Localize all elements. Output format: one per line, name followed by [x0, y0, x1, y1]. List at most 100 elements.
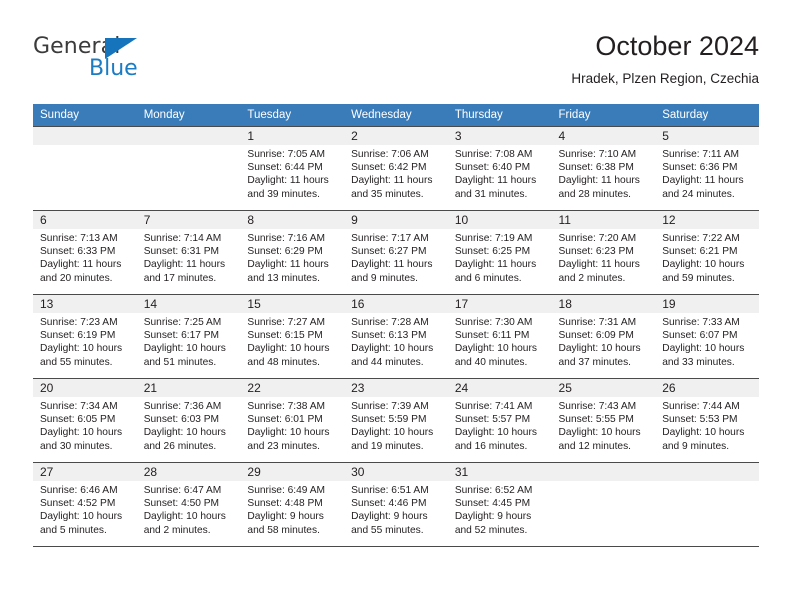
sunset-text: Sunset: 4:52 PM [40, 498, 116, 510]
sunrise-text: Sunrise: 7:22 AM [662, 233, 740, 244]
day-cell-26[interactable]: 26 Sunrise: 7:44 AM Sunset: 5:53 PM Dayligh… [655, 378, 759, 463]
daylight-text-line2: and 13 minutes. [247, 272, 320, 284]
day-cell-27[interactable]: 27 Sunrise: 6:46 AM Sunset: 4:52 PM Dayligh… [33, 462, 137, 547]
daylight-text-line1: Daylight: 11 hours [351, 175, 433, 187]
general-blue-logo[interactable]: General Blue [33, 34, 213, 86]
logo-text-blue: Blue [89, 56, 138, 81]
day-cell-29[interactable]: 29 Sunrise: 6:49 AM Sunset: 4:48 PM Dayligh… [240, 462, 345, 547]
day-cell-empty [33, 126, 137, 211]
sunset-text: Sunset: 6:33 PM [40, 246, 116, 258]
day-number: 30 [344, 463, 448, 481]
daylight-text-line1: Daylight: 10 hours [40, 511, 123, 523]
day-number: 23 [344, 379, 448, 397]
daylight-text-line2: and 58 minutes. [247, 524, 320, 536]
day-cell-empty [551, 462, 656, 547]
day-cell-content: 5 Sunrise: 7:11 AM Sunset: 6:36 PM Daylight… [655, 127, 759, 210]
sunset-text: Sunset: 5:57 PM [454, 414, 531, 426]
daylight-text-line2: and 51 minutes. [143, 356, 217, 368]
day-cell-28[interactable]: 28 Sunrise: 6:47 AM Sunset: 4:50 PM Dayligh… [136, 462, 241, 547]
day-number: 13 [33, 295, 137, 313]
day-number: 8 [240, 211, 345, 229]
day-cell-5[interactable]: 5 Sunrise: 7:11 AM Sunset: 6:36 PM Daylight… [655, 126, 759, 211]
day-detail: Sunrise: 7:27 AM Sunset: 6:15 PM Daylight:… [240, 313, 344, 369]
day-cell-content: 25 Sunrise: 7:43 AM Sunset: 5:55 PM Dayligh… [551, 379, 656, 462]
day-cell-16[interactable]: 16 Sunrise: 7:28 AM Sunset: 6:13 PM Dayligh… [344, 294, 448, 379]
day-cell-7[interactable]: 7 Sunrise: 7:14 AM Sunset: 6:31 PM Daylight… [136, 210, 241, 295]
day-cell-17[interactable]: 17 Sunrise: 7:30 AM Sunset: 6:11 PM Dayligh… [447, 294, 552, 379]
day-cell-30[interactable]: 30 Sunrise: 6:51 AM Sunset: 4:46 PM Dayligh… [344, 462, 448, 547]
daylight-text-line1: Daylight: 10 hours [247, 343, 330, 355]
day-cell-3[interactable]: 3 Sunrise: 7:08 AM Sunset: 6:40 PM Daylight… [447, 126, 552, 211]
day-number: 15 [240, 295, 345, 313]
day-cell-25[interactable]: 25 Sunrise: 7:43 AM Sunset: 5:55 PM Dayligh… [551, 378, 656, 463]
day-detail: Sunrise: 7:05 AM Sunset: 6:44 PM Daylight:… [240, 145, 344, 201]
daylight-text-line2: and 52 minutes. [454, 524, 528, 536]
sunset-text: Sunset: 6:05 PM [40, 414, 116, 426]
day-detail: Sunrise: 7:41 AM Sunset: 5:57 PM Daylight:… [448, 397, 552, 453]
day-cell-content: 10 Sunrise: 7:19 AM Sunset: 6:25 PM Dayligh… [447, 211, 552, 294]
day-cell-21[interactable]: 21 Sunrise: 7:36 AM Sunset: 6:03 PM Dayligh… [136, 378, 241, 463]
sunrise-text: Sunrise: 7:28 AM [351, 317, 429, 328]
day-number: 22 [240, 379, 345, 397]
sunrise-text: Sunrise: 7:14 AM [143, 233, 222, 244]
day-cell-31[interactable]: 31 Sunrise: 6:52 AM Sunset: 4:45 PM Dayligh… [447, 462, 552, 547]
day-number: 27 [33, 463, 137, 481]
day-detail: Sunrise: 7:10 AM Sunset: 6:38 PM Daylight:… [552, 145, 656, 201]
day-cell-1[interactable]: 1 Sunrise: 7:05 AM Sunset: 6:44 PM Daylight… [240, 126, 345, 211]
day-cell-15[interactable]: 15 Sunrise: 7:27 AM Sunset: 6:15 PM Dayligh… [240, 294, 345, 379]
day-detail: Sunrise: 7:25 AM Sunset: 6:17 PM Daylight:… [137, 313, 241, 369]
sunset-text: Sunset: 6:36 PM [662, 162, 738, 174]
daylight-text-line1: Daylight: 11 hours [40, 259, 122, 271]
daylight-text-line2: and 2 minutes. [143, 524, 211, 536]
day-cell-18[interactable]: 18 Sunrise: 7:31 AM Sunset: 6:09 PM Dayligh… [551, 294, 656, 379]
sunset-text: Sunset: 6:40 PM [454, 162, 531, 174]
sunset-text: Sunset: 6:17 PM [143, 330, 220, 342]
day-cell-content: 4 Sunrise: 7:10 AM Sunset: 6:38 PM Daylight… [551, 127, 656, 210]
day-cell-24[interactable]: 24 Sunrise: 7:41 AM Sunset: 5:57 PM Dayligh… [447, 378, 552, 463]
daylight-text-line2: and 20 minutes. [40, 272, 113, 284]
day-number: 21 [136, 379, 241, 397]
day-cell-content [551, 463, 656, 546]
day-cell-4[interactable]: 4 Sunrise: 7:10 AM Sunset: 6:38 PM Daylight… [551, 126, 656, 211]
sunrise-text: Sunrise: 7:08 AM [454, 149, 533, 160]
calendar-week-row: 1 Sunrise: 7:05 AM Sunset: 6:44 PM Daylight… [33, 126, 759, 211]
sunrise-text: Sunrise: 7:16 AM [247, 233, 325, 244]
day-cell-content: 29 Sunrise: 6:49 AM Sunset: 4:48 PM Dayligh… [240, 463, 345, 546]
day-cell-19[interactable]: 19 Sunrise: 7:33 AM Sunset: 6:07 PM Dayligh… [655, 294, 759, 379]
day-cell-12[interactable]: 12 Sunrise: 7:22 AM Sunset: 6:21 PM Dayligh… [655, 210, 759, 295]
day-cell-2[interactable]: 2 Sunrise: 7:06 AM Sunset: 6:42 PM Daylight… [344, 126, 448, 211]
day-cell-content: 17 Sunrise: 7:30 AM Sunset: 6:11 PM Dayligh… [447, 295, 552, 378]
day-cell-content: 2 Sunrise: 7:06 AM Sunset: 6:42 PM Daylight… [344, 127, 448, 210]
day-cell-20[interactable]: 20 Sunrise: 7:34 AM Sunset: 6:05 PM Dayligh… [33, 378, 137, 463]
sunrise-text: Sunrise: 7:10 AM [558, 149, 637, 160]
sunrise-text: Sunrise: 7:44 AM [662, 401, 740, 412]
day-cell-23[interactable]: 23 Sunrise: 7:39 AM Sunset: 5:59 PM Dayligh… [344, 378, 448, 463]
day-detail: Sunrise: 7:13 AM Sunset: 6:33 PM Daylight:… [33, 229, 137, 285]
daylight-text-line1: Daylight: 10 hours [351, 343, 434, 355]
day-cell-empty [136, 126, 241, 211]
sunset-text: Sunset: 6:31 PM [143, 246, 220, 258]
sunset-text: Sunset: 6:44 PM [247, 162, 323, 174]
sunset-text: Sunset: 6:03 PM [143, 414, 220, 426]
day-cell-22[interactable]: 22 Sunrise: 7:38 AM Sunset: 6:01 PM Dayligh… [240, 378, 345, 463]
day-cell-14[interactable]: 14 Sunrise: 7:25 AM Sunset: 6:17 PM Dayligh… [136, 294, 241, 379]
daylight-text-line2: and 44 minutes. [351, 356, 424, 368]
day-cell-8[interactable]: 8 Sunrise: 7:16 AM Sunset: 6:29 PM Daylight… [240, 210, 345, 295]
day-detail: Sunrise: 7:19 AM Sunset: 6:25 PM Daylight:… [448, 229, 552, 285]
sunrise-text: Sunrise: 6:46 AM [40, 485, 118, 496]
day-number [655, 463, 759, 481]
day-cell-6[interactable]: 6 Sunrise: 7:13 AM Sunset: 6:33 PM Daylight… [33, 210, 137, 295]
daylight-text-line1: Daylight: 10 hours [558, 427, 641, 439]
day-cell-13[interactable]: 13 Sunrise: 7:23 AM Sunset: 6:19 PM Dayligh… [33, 294, 137, 379]
day-detail: Sunrise: 6:51 AM Sunset: 4:46 PM Daylight:… [344, 481, 448, 537]
sunset-text: Sunset: 6:13 PM [351, 330, 427, 342]
daylight-text-line2: and 28 minutes. [558, 188, 632, 200]
sunrise-sunset-calendar: Sunday Monday Tuesday Wednesday Thursday Frid… [33, 104, 759, 547]
day-cell-10[interactable]: 10 Sunrise: 7:19 AM Sunset: 6:25 PM Dayligh… [447, 210, 552, 295]
day-cell-9[interactable]: 9 Sunrise: 7:17 AM Sunset: 6:27 PM Daylight… [344, 210, 448, 295]
sunset-text: Sunset: 6:25 PM [454, 246, 531, 258]
day-cell-content: 14 Sunrise: 7:25 AM Sunset: 6:17 PM Dayligh… [136, 295, 241, 378]
day-cell-content: 6 Sunrise: 7:13 AM Sunset: 6:33 PM Daylight… [33, 211, 137, 294]
day-cell-11[interactable]: 11 Sunrise: 7:20 AM Sunset: 6:23 PM Dayligh… [551, 210, 656, 295]
sunrise-text: Sunrise: 7:13 AM [40, 233, 118, 244]
